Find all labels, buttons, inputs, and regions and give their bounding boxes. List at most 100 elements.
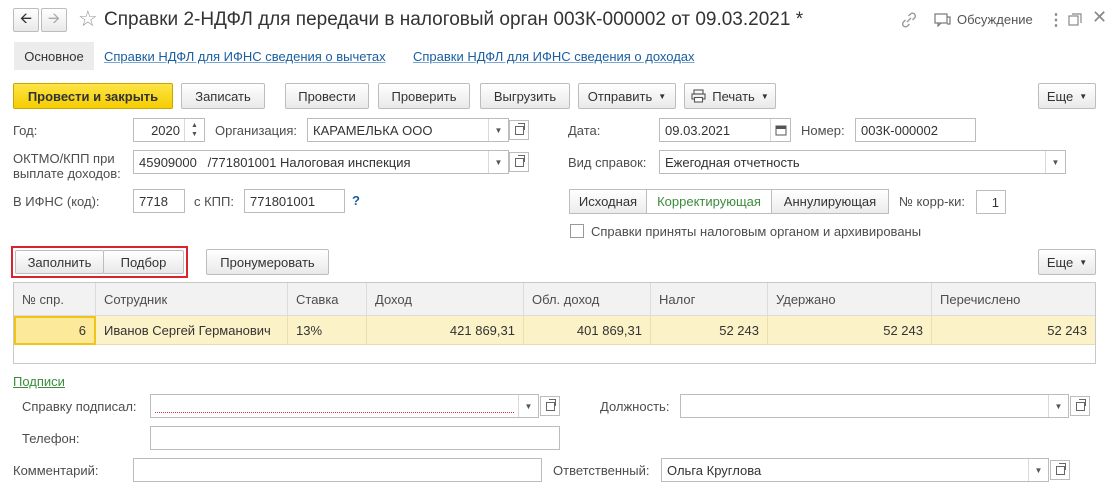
phone-field[interactable]	[150, 426, 560, 450]
forward-button[interactable]: 🡪	[41, 8, 67, 32]
favorite-star-icon[interactable]: ☆	[78, 6, 98, 32]
kind-field[interactable]: Ежегодная отчетность ▼	[659, 150, 1066, 174]
fill-button[interactable]: Заполнить	[15, 250, 104, 274]
cell-income[interactable]: 421 869,31	[367, 316, 524, 345]
chat-icon	[934, 12, 951, 27]
signed-by-underline	[155, 412, 514, 413]
send-button[interactable]: Отправить ▼	[578, 83, 676, 109]
check-button[interactable]: Проверить	[378, 83, 470, 109]
spinner-up-icon[interactable]: ▲	[191, 121, 198, 130]
position-field[interactable]: ▼	[680, 394, 1069, 418]
dropdown-arrow-icon[interactable]: ▼	[488, 119, 508, 141]
organization-field[interactable]: КАРАМЕЛЬКА ООО ▼	[307, 118, 509, 142]
cell-rate[interactable]: 13%	[288, 316, 367, 345]
more-button[interactable]: Еще ▼	[1038, 83, 1096, 109]
col-header-taxable-income[interactable]: Обл. доход	[524, 283, 651, 316]
spinner-down-icon[interactable]: ▼	[191, 130, 198, 139]
table-row[interactable]: 6 Иванов Сергей Германович 13% 421 869,3…	[14, 316, 1095, 345]
more-label: Еще	[1046, 88, 1074, 104]
date-field[interactable]: 09.03.2021	[659, 118, 791, 142]
dropdown-arrow-icon: ▼	[658, 91, 667, 101]
corrective-type-button[interactable]: Корректирующая	[646, 189, 772, 214]
cell-employee[interactable]: Иванов Сергей Германович	[96, 316, 288, 345]
link-icon[interactable]	[900, 11, 918, 29]
post-and-close-button[interactable]: Провести и закрыть	[13, 83, 173, 109]
post-button[interactable]: Провести	[285, 83, 369, 109]
open-responsible-button[interactable]	[1050, 460, 1070, 480]
archived-label: Справки приняты налоговым органом и архи…	[591, 224, 922, 239]
kpp-field[interactable]: 771801001	[244, 189, 345, 213]
date-label: Дата:	[568, 123, 601, 138]
signatures-link[interactable]: Подписи	[13, 374, 65, 389]
dropdown-arrow-icon[interactable]: ▼	[1045, 151, 1065, 173]
year-spinner[interactable]: ▲ ▼	[184, 119, 204, 141]
cell-tax[interactable]: 52 243	[651, 316, 768, 345]
oktmo-value: 45909000 /771801001 Налоговая инспекция	[139, 154, 411, 170]
tab-deductions[interactable]: Справки НДФЛ для ИФНС сведения о вычетах	[104, 49, 386, 64]
print-button[interactable]: Печать ▼	[684, 83, 776, 109]
col-header-employee[interactable]: Сотрудник	[96, 283, 288, 316]
open-icon	[514, 154, 525, 167]
col-header-rate[interactable]: Ставка	[288, 283, 367, 316]
dropdown-arrow-icon: ▼	[1079, 91, 1088, 101]
kind-label: Вид справок:	[568, 155, 647, 170]
number-field[interactable]: 003К-000002	[855, 118, 976, 142]
table-more-label: Еще	[1046, 254, 1074, 270]
dropdown-arrow-icon[interactable]: ▼	[518, 395, 538, 417]
kind-value: Ежегодная отчетность	[665, 154, 800, 170]
discussion-label: Обсуждение	[957, 12, 1033, 27]
back-button[interactable]: 🡨	[13, 8, 39, 32]
export-button[interactable]: Выгрузить	[480, 83, 570, 109]
help-icon[interactable]: ?	[352, 193, 360, 208]
calendar-button[interactable]	[770, 119, 790, 141]
open-signed-by-button[interactable]	[540, 396, 560, 416]
comment-label: Комментарий:	[13, 463, 99, 478]
cancel-type-button[interactable]: Аннулирующая	[771, 189, 889, 214]
cell-taxable-income[interactable]: 401 869,31	[524, 316, 651, 345]
col-header-tax[interactable]: Налог	[651, 283, 768, 316]
responsible-label: Ответственный:	[553, 463, 650, 478]
more-vert-icon[interactable]: ⋮	[1048, 10, 1064, 30]
tab-main[interactable]: Основное	[14, 42, 94, 70]
open-oktmo-button[interactable]	[509, 152, 529, 172]
number-label: Номер:	[801, 123, 845, 138]
close-icon[interactable]: ✕	[1092, 7, 1107, 28]
number-value: 003К-000002	[861, 122, 938, 138]
select-button[interactable]: Подбор	[103, 250, 184, 274]
save-button[interactable]: Записать	[181, 83, 265, 109]
open-icon	[545, 398, 556, 411]
tab-incomes[interactable]: Справки НДФЛ для ИФНС сведения о доходах	[413, 49, 695, 64]
col-header-number[interactable]: № спр.	[14, 283, 96, 316]
col-header-income[interactable]: Доход	[367, 283, 524, 316]
maximize-icon[interactable]	[1068, 13, 1082, 27]
dropdown-arrow-icon[interactable]: ▼	[488, 151, 508, 173]
open-organization-button[interactable]	[509, 120, 529, 140]
arrow-right-icon: 🡪	[47, 9, 61, 27]
cell-transferred[interactable]: 52 243	[932, 316, 1095, 345]
organization-value: КАРАМЕЛЬКА ООО	[313, 122, 433, 138]
ifns-label: В ИФНС (код):	[13, 194, 100, 209]
archived-checkbox[interactable]	[570, 224, 584, 238]
ifns-field[interactable]: 7718	[133, 189, 185, 213]
position-label: Должность:	[600, 399, 670, 414]
table-more-button[interactable]: Еще ▼	[1038, 249, 1096, 275]
year-field[interactable]: 2020 ▲ ▼	[133, 118, 205, 142]
dropdown-arrow-icon[interactable]: ▼	[1048, 395, 1068, 417]
col-header-transferred[interactable]: Перечислено	[932, 283, 1095, 316]
renumber-button[interactable]: Пронумеровать	[206, 249, 329, 275]
comment-field[interactable]	[133, 458, 542, 482]
tab-main-label: Основное	[24, 48, 84, 64]
correction-number-field[interactable]: 1	[976, 190, 1006, 214]
discussion-button[interactable]: Обсуждение	[934, 12, 1033, 27]
cell-number[interactable]: 6	[14, 316, 96, 345]
dropdown-arrow-icon[interactable]: ▼	[1028, 459, 1048, 481]
year-label: Год:	[13, 123, 38, 138]
cell-withheld[interactable]: 52 243	[768, 316, 932, 345]
responsible-field[interactable]: Ольга Круглова ▼	[661, 458, 1049, 482]
col-header-withheld[interactable]: Удержано	[768, 283, 932, 316]
oktmo-field[interactable]: 45909000 /771801001 Налоговая инспекция …	[133, 150, 509, 174]
open-position-button[interactable]	[1070, 396, 1090, 416]
dropdown-arrow-icon: ▼	[760, 91, 769, 101]
original-type-button[interactable]: Исходная	[569, 189, 647, 214]
signed-by-field[interactable]: ▼	[150, 394, 539, 418]
